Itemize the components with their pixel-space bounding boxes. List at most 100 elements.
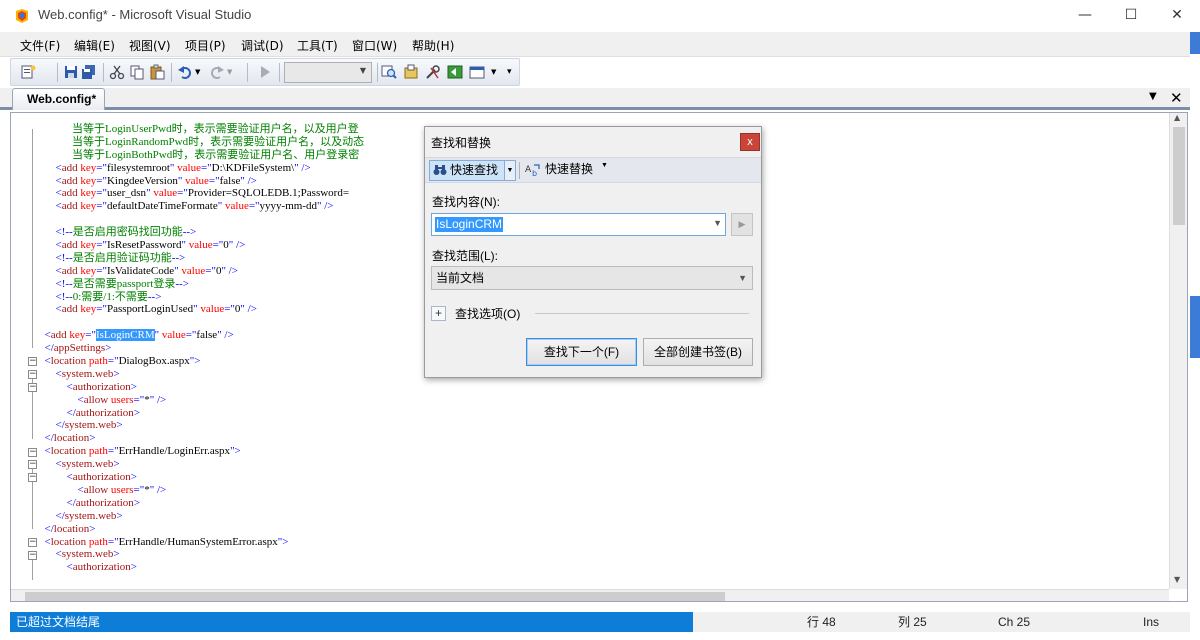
solution-explorer-icon[interactable] [403, 64, 419, 80]
code-token: =" [96, 161, 107, 174]
collapse-icon[interactable]: − [28, 447, 37, 457]
find-what-input[interactable]: IsLoginCRM ▼ [431, 213, 726, 236]
menu-view[interactable]: 视图(V) [129, 37, 171, 54]
tab-quick-replace[interactable]: Ab 快速替换 [525, 160, 593, 181]
code-token: " /> [240, 303, 257, 316]
collapse-icon[interactable]: − [28, 473, 37, 483]
toolbar-overflow-icon[interactable]: ▾ [507, 67, 523, 83]
cut-icon[interactable] [109, 64, 125, 80]
toolbox-icon[interactable] [469, 64, 485, 80]
code-token: =" [205, 264, 216, 277]
code-token: value [159, 329, 186, 342]
dialog-close-button[interactable]: x [740, 133, 760, 151]
code-token: add [61, 303, 78, 316]
chevron-down-icon[interactable]: ▼ [505, 160, 516, 181]
menu-project[interactable]: 项目(P) [185, 37, 226, 54]
code-token: key [66, 329, 86, 342]
save-icon[interactable] [63, 64, 79, 80]
code-token: </ [44, 432, 54, 445]
code-token: add [61, 187, 78, 200]
dialog-mode-tabs: 快速查找 ▼ Ab 快速替换 ▼ [425, 157, 761, 183]
minimize-button[interactable]: — [1062, 0, 1108, 30]
undo-icon[interactable] [177, 64, 193, 80]
solution-configuration-combo[interactable]: ▼ [284, 62, 372, 83]
properties-icon[interactable] [425, 64, 441, 80]
vertical-scrollbar[interactable]: ▲ ▼ [1169, 113, 1187, 589]
horizontal-scroll-thumb[interactable] [25, 592, 725, 601]
code-token: > [89, 522, 96, 535]
close-window-button[interactable]: ✕ [1154, 0, 1200, 30]
vertical-scroll-thumb[interactable] [1173, 127, 1185, 225]
object-browser-icon[interactable] [447, 64, 463, 80]
menu-file[interactable]: 文件(F) [20, 37, 60, 54]
code-token: > [113, 458, 120, 471]
chevron-down-icon[interactable]: ▼ [713, 218, 722, 228]
find-in-files-icon[interactable] [381, 64, 397, 80]
code-token: authorization [75, 496, 134, 509]
tab-web-config[interactable]: Web.config* [12, 88, 106, 110]
bookmark-all-button[interactable]: 全部创建书签(B) [643, 338, 753, 366]
tab-quick-find[interactable]: 快速查找 [429, 160, 505, 181]
start-debugging-icon[interactable] [257, 64, 273, 80]
collapse-icon[interactable]: − [28, 460, 37, 470]
code-token: value [197, 303, 225, 316]
code-token: > [130, 561, 137, 574]
paste-icon[interactable] [149, 64, 165, 80]
find-next-button[interactable]: 查找下一个(F) [526, 338, 637, 366]
menu-edit[interactable]: 编辑(E) [74, 37, 115, 54]
code-token: value [186, 239, 213, 252]
collapse-icon[interactable]: − [28, 357, 37, 367]
save-all-icon[interactable] [81, 64, 97, 80]
collapse-icon[interactable]: − [28, 383, 37, 392]
menu-tools[interactable]: 工具(T) [297, 37, 338, 54]
status-char: Ch 25 [998, 615, 1031, 629]
status-message: 已超过文档结尾 [10, 612, 693, 632]
close-tab-icon[interactable]: ✕ [1170, 89, 1183, 107]
code-token: yyyy-mm-dd [259, 200, 317, 213]
replace-icon: Ab [525, 164, 540, 176]
find-replace-dialog: 查找和替换 x 快速查找 ▼ Ab 快速替换 ▼ 查找内容(N): IsLogi… [424, 126, 762, 378]
look-in-select[interactable]: 当前文档 ▼ [431, 266, 753, 290]
code-token: defaultDateTimeFormate [106, 200, 218, 213]
redo-dropdown-icon[interactable]: ▼ [227, 68, 243, 84]
collapse-icon[interactable]: − [28, 370, 37, 380]
chevron-down-icon[interactable]: ▼ [601, 162, 608, 169]
horizontal-scrollbar[interactable] [11, 589, 1169, 601]
code-token: system.web [61, 458, 114, 471]
background-window-edge [1190, 296, 1200, 358]
collapse-icon[interactable]: − [28, 537, 37, 547]
collapse-icon[interactable]: − [28, 550, 37, 560]
code-token: > [133, 496, 141, 509]
code-token: </ [55, 419, 65, 432]
active-files-dropdown-icon[interactable]: ▼ [1149, 91, 1157, 102]
code-token: location [53, 432, 90, 445]
maximize-button[interactable]: ☐ [1108, 0, 1154, 30]
find-options-expander[interactable]: + [431, 306, 446, 321]
menu-help[interactable]: 帮助(H) [412, 37, 454, 54]
code-line: <location path="ErrHandle/LoginErr.aspx"… [39, 445, 1169, 458]
more-windows-dropdown-icon[interactable]: ▼ [491, 68, 507, 84]
find-options-label[interactable]: 查找选项(O) [455, 305, 520, 322]
code-token: users [108, 393, 134, 406]
new-project-icon[interactable] [20, 64, 36, 80]
menu-debug[interactable]: 调试(D) [241, 37, 284, 54]
code-token: <!-- [55, 251, 73, 264]
expression-builder-button[interactable]: ▶ [731, 213, 753, 236]
dialog-title: 查找和替换 [431, 136, 492, 150]
scroll-up-icon[interactable]: ▲ [1174, 113, 1180, 122]
copy-icon[interactable] [129, 64, 145, 80]
menu-window[interactable]: 窗口(W) [352, 37, 397, 54]
scroll-down-icon[interactable]: ▼ [1174, 575, 1180, 584]
status-bar: 已超过文档结尾 行 48 列 25 Ch 25 Ins [10, 612, 1190, 632]
code-token: key [77, 161, 97, 174]
code-token: 是否需要passport登录 [72, 277, 176, 290]
redo-icon[interactable] [209, 64, 225, 80]
code-token: PassportLoginUsed [106, 303, 194, 316]
binoculars-icon [433, 165, 447, 175]
code-token: <!-- [55, 277, 73, 290]
